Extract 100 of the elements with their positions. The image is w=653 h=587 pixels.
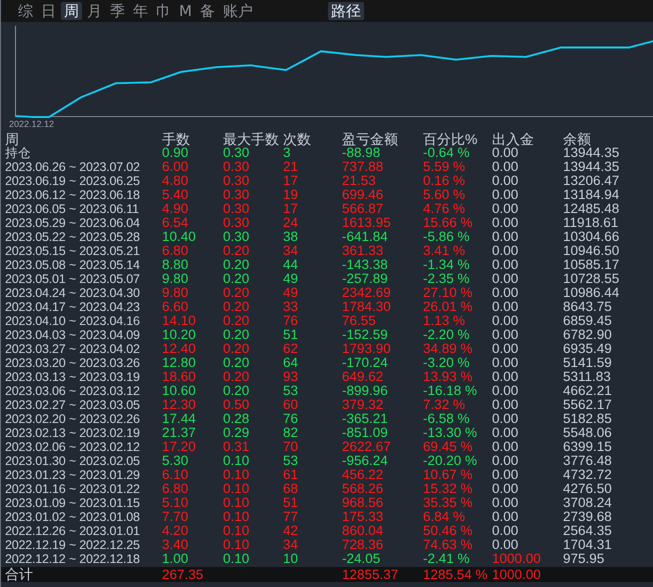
table-cell-text: 38 (283, 230, 300, 244)
table-cell-text: 0.20 (223, 286, 250, 300)
table-cell-text: 0.00 (492, 244, 520, 258)
table-cell-text: 361.33 (342, 244, 384, 258)
table-cell-text: 17 (283, 174, 300, 188)
period-tab[interactable]: M (176, 2, 195, 20)
table-cell-text: 0.20 (223, 244, 250, 258)
table-cell-text: 10585.17 (563, 258, 620, 272)
table-cell-text: 0.20 (223, 314, 250, 328)
table-cell-text: 0.00 (492, 440, 520, 454)
table-cell-text: 44 (283, 258, 300, 272)
table-cell-text: 64 (283, 356, 300, 370)
table-cell-text: 5.40 (162, 188, 190, 202)
table-cell-text: -899.96 (342, 384, 389, 398)
table-cell-text: 0.10 (223, 524, 250, 538)
table-cell-text: 60 (283, 398, 300, 412)
table-cell-text: 15.66 % (423, 216, 474, 230)
table-cell-text: 0.10 (223, 454, 250, 468)
table-cell-text: 0.00 (492, 482, 520, 496)
table-cell-text: 0.00 (492, 258, 520, 272)
table-cell-text: 6935.49 (563, 342, 613, 356)
table-cell-text: 42 (283, 524, 300, 538)
table-cell-text: -16.18 % (423, 384, 478, 398)
table-cell-text: 0.00 (492, 398, 520, 412)
table-cell-text: 12.40 (162, 342, 197, 356)
table-cell-text: 10304.66 (563, 230, 620, 244)
table-cell-text: 13184.94 (563, 188, 620, 202)
table-cell-text: 70 (283, 440, 300, 454)
table-cell-text: 267.35 (162, 567, 204, 582)
period-tab[interactable]: 季 (107, 2, 128, 20)
table-cell-text: 3.41 % (423, 244, 466, 258)
table-cell-text: 0.10 (223, 496, 250, 510)
table-cell-text: 6.10 (162, 468, 190, 482)
period-cell-text: 2023.06.26 ~ 2023.07.02 (4, 160, 141, 174)
period-cell-text: 持仓 (4, 146, 32, 160)
table-cell-text: 53 (283, 384, 300, 398)
table-cell-text: 0.00 (492, 412, 520, 426)
period-cell-text: 2023.04.10 ~ 2023.04.16 (4, 314, 141, 328)
table-cell-text: 7.32 % (423, 398, 466, 412)
table-cell-text: 4.90 (162, 202, 190, 216)
table-cell-text: 27.10 % (423, 286, 474, 300)
period-tab[interactable]: 月 (84, 2, 105, 20)
table-cell-text: 0.00 (492, 370, 520, 384)
period-cell-text: 2023.02.27 ~ 2023.03.05 (4, 398, 141, 412)
table-cell-text: 76 (283, 314, 300, 328)
period-cell-text: 2023.02.20 ~ 2023.02.26 (4, 412, 141, 426)
table-cell-text: -365.21 (342, 412, 389, 426)
table-cell-text: 17 (283, 202, 300, 216)
table-cell-text: 0.20 (223, 300, 250, 314)
table-cell-text: 0.00 (492, 342, 520, 356)
table-cell-text: 0.10 (223, 538, 250, 552)
period-cell-text: 2023.06.19 ~ 2023.06.25 (4, 174, 141, 188)
table-cell-text: 21 (283, 160, 300, 174)
table-cell-text: 1704.31 (563, 538, 613, 552)
table-cell-text: 0.00 (492, 188, 520, 202)
period-tab[interactable]: 备 (196, 2, 218, 20)
table-cell-text: 62 (283, 342, 300, 356)
period-tab[interactable]: 日 (38, 2, 59, 20)
table-cell-text: 0.00 (492, 174, 520, 188)
period-cell-text: 2022.12.26 ~ 2023.01.01 (4, 524, 141, 538)
period-cell-text: 2023.06.12 ~ 2023.06.18 (4, 188, 141, 202)
table-cell-text: 0.30 (223, 230, 250, 244)
table-cell-text: 4.76 % (423, 202, 466, 216)
table-cell-text: 1793.90 (342, 342, 392, 356)
table-cell-text: 8643.75 (563, 300, 613, 314)
period-cell-text: 2022.12.19 ~ 2022.12.25 (4, 538, 141, 552)
period-tab[interactable]: 巾 (153, 2, 174, 20)
period-cell-text: 2023.04.24 ~ 2023.04.30 (4, 286, 141, 300)
table-cell-text: 26.01 % (423, 300, 474, 314)
table-cell-text: 0.20 (223, 384, 250, 398)
path-tab[interactable]: 路径 (328, 2, 364, 20)
period-cell-text: 2023.01.09 ~ 2023.01.15 (4, 496, 141, 510)
table-cell-text: 10.60 (162, 384, 197, 398)
period-tab[interactable]: 综 (15, 2, 36, 20)
table-cell-text: 3776.48 (563, 454, 613, 468)
column-header: 次数 (283, 132, 312, 146)
period-cell-text: 2023.05.08 ~ 2023.05.14 (4, 258, 141, 272)
table-cell-text: 0.50 (223, 398, 250, 412)
table-cell-text: -143.38 (342, 258, 389, 272)
table-cell-text: 77 (283, 510, 300, 524)
period-tab[interactable]: 账户 (220, 2, 256, 20)
table-cell-text: 5182.85 (563, 412, 613, 426)
table-cell-text: 53 (283, 454, 300, 468)
table-cell-text: 69.45 % (423, 440, 474, 454)
table-cell-text: 6.00 (162, 160, 190, 174)
table-cell-text: 0.29 (223, 426, 250, 440)
table-cell-text: 0.30 (223, 146, 250, 160)
table-cell-text: -152.59 (342, 328, 389, 342)
table-cell-text: 12.30 (162, 398, 197, 412)
table-cell-text: 0.00 (492, 314, 520, 328)
period-tab[interactable]: 周 (61, 2, 82, 20)
table-cell-text: 12855.37 (342, 567, 400, 582)
table-cell-text: -956.24 (342, 454, 389, 468)
table-cell-text: 10.20 (162, 328, 197, 342)
table-cell-text: 0.00 (492, 160, 520, 174)
table-cell-text: 3 (283, 146, 291, 160)
table-cell-text: 1613.95 (342, 216, 392, 230)
table-cell-text: 76 (283, 412, 300, 426)
period-tab[interactable]: 年 (130, 2, 151, 20)
table-cell-text: 175.33 (342, 510, 384, 524)
